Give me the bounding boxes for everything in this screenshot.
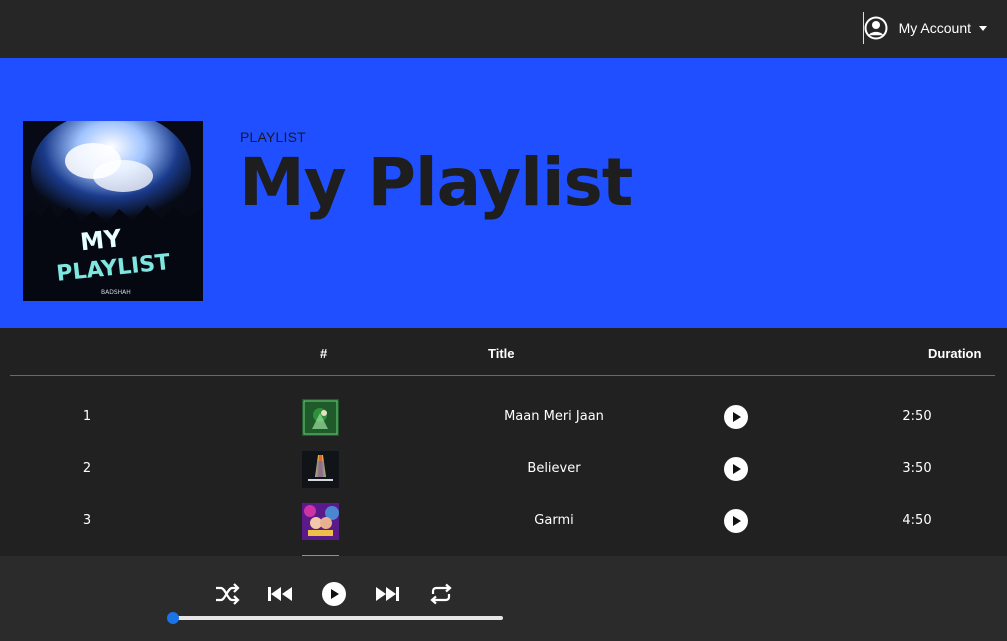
track-number: 3: [82, 513, 92, 528]
svg-text:MY: MY: [79, 224, 124, 256]
top-bar: My Account: [0, 0, 1007, 58]
repeat-icon[interactable]: [428, 583, 454, 605]
previous-icon[interactable]: [268, 586, 294, 602]
track-duration: 4:50: [902, 513, 932, 528]
header-divider: [10, 375, 995, 376]
track-title: Maan Meri Jaan: [504, 409, 604, 424]
user-circle-icon: [864, 16, 888, 40]
track-thumbnail: [302, 399, 339, 436]
track-number: 2: [82, 461, 92, 476]
page-title: My Playlist: [239, 144, 633, 221]
account-label: My Account: [898, 20, 971, 36]
shuffle-icon[interactable]: [214, 583, 240, 605]
track-list: # Title Duration 1 Maan Meri Jaan 2:50 2: [0, 328, 1007, 556]
track-thumbnail: [302, 503, 339, 540]
playlist-cover: MY PLAYLIST BADSHAH: [23, 121, 203, 301]
playlist-header: MY PLAYLIST BADSHAH PLAYLIST My Playlist: [0, 58, 1007, 328]
play-track-button[interactable]: [724, 509, 748, 533]
play-track-button[interactable]: [724, 405, 748, 429]
track-list-header: # Title Duration: [0, 328, 1007, 376]
track-thumbnail: [302, 451, 339, 488]
track-row[interactable]: [0, 546, 1007, 556]
track-duration: 2:50: [902, 409, 932, 424]
column-header-number: #: [320, 346, 328, 361]
column-header-duration: Duration: [928, 346, 982, 361]
track-row[interactable]: 3 Garmi 4:50: [0, 494, 1007, 546]
track-title: Garmi: [534, 513, 574, 528]
next-icon[interactable]: [374, 586, 400, 602]
track-title: Believer: [527, 461, 581, 476]
playlist-type-label: PLAYLIST: [240, 129, 306, 145]
track-number: 1: [82, 409, 92, 424]
play-track-button[interactable]: [724, 457, 748, 481]
column-header-title: Title: [488, 346, 515, 361]
track-row[interactable]: 1 Maan Meri Jaan 2:50: [0, 390, 1007, 442]
seek-handle[interactable]: [167, 612, 179, 624]
player-bar: [0, 556, 1007, 641]
track-duration: 3:50: [902, 461, 932, 476]
track-row[interactable]: 2 Believer 3:50: [0, 442, 1007, 494]
chevron-down-icon: [979, 25, 987, 31]
svg-text:BADSHAH: BADSHAH: [101, 289, 131, 296]
account-menu[interactable]: My Account: [862, 12, 987, 44]
play-pause-button[interactable]: [322, 582, 346, 606]
seek-track: [168, 616, 503, 620]
seek-slider[interactable]: [167, 612, 503, 624]
